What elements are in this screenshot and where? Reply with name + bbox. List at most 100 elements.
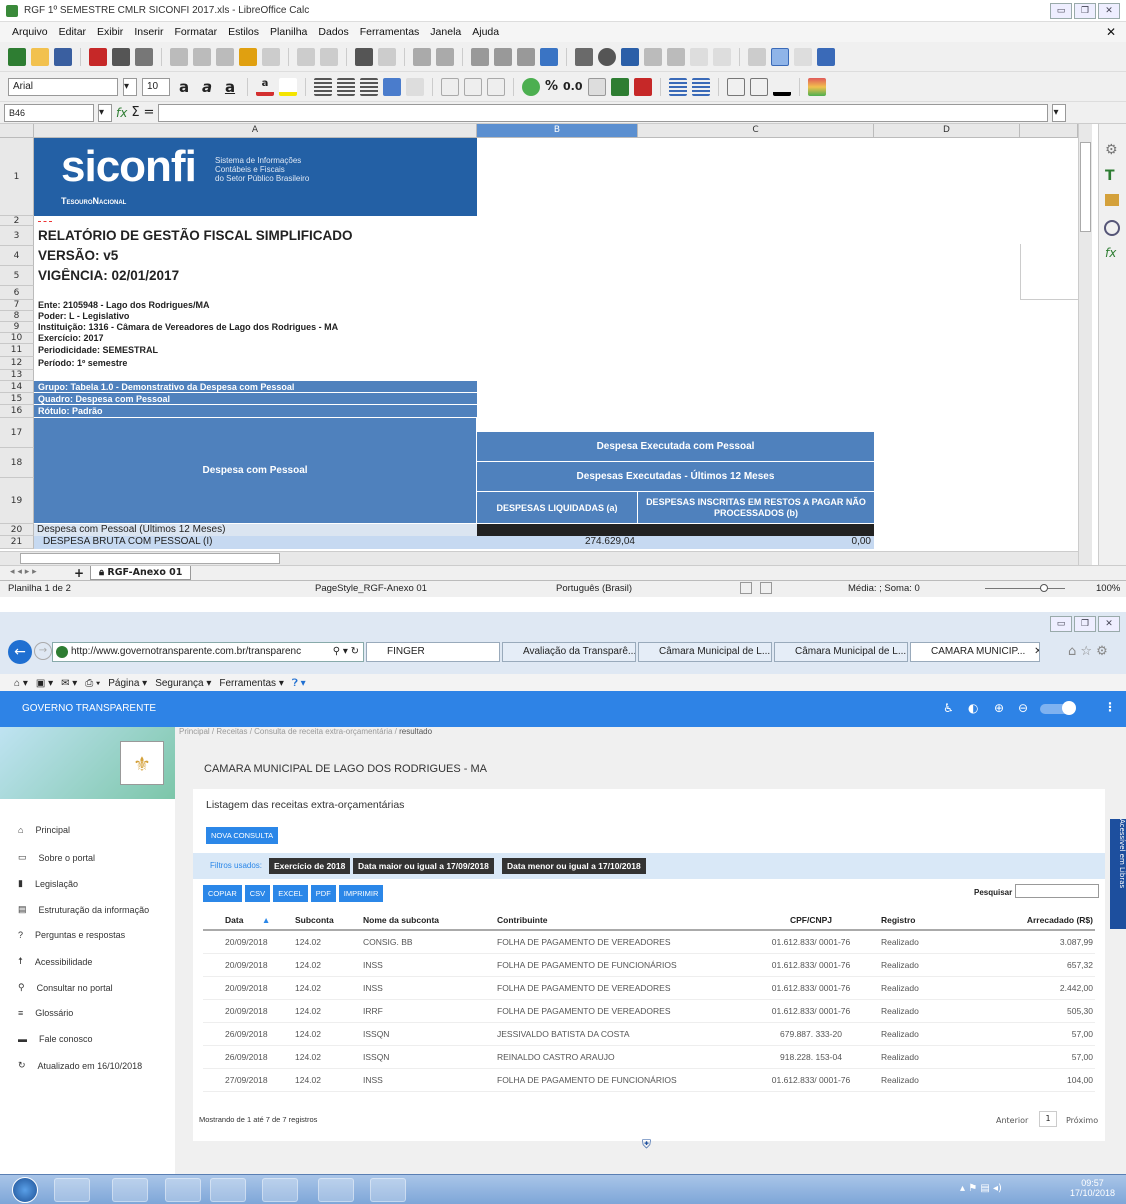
cell-instituicao[interactable]: Instituição: 1316 - Câmara de Vereadores… — [38, 322, 338, 332]
menu-exibir[interactable]: Exibir — [97, 26, 123, 38]
tab-camara-1[interactable]: Câmara Municipal de L... — [638, 642, 772, 662]
paste-icon[interactable] — [216, 47, 234, 66]
taskbar-chrome-icon[interactable] — [318, 1178, 354, 1202]
redo-icon[interactable] — [320, 47, 338, 66]
row-header-9[interactable]: 9 — [0, 322, 34, 333]
col-data[interactable]: Data ▲ — [203, 911, 293, 931]
sum-icon[interactable]: Σ — [131, 105, 139, 120]
sidebar-item-consultar[interactable]: ⚲ Consultar no portal — [18, 982, 113, 993]
column-header-e[interactable] — [1020, 124, 1078, 138]
font-size-box[interactable]: 10 — [142, 77, 170, 96]
csv-button[interactable]: CSV — [244, 885, 271, 902]
clear-format-icon[interactable] — [262, 47, 280, 66]
font-color-icon[interactable]: a — [256, 78, 274, 96]
sidebar-item-fale-conosco[interactable]: ▬ Fale conosco — [18, 1034, 93, 1044]
cell-despesa-bruta-liquidadas[interactable]: 274.629,04 — [477, 536, 638, 549]
sheet-tab-rgf-anexo-01[interactable]: 🔒︎ RGF-Anexo 01 — [90, 566, 192, 580]
tab-camara-2[interactable]: Câmara Municipal de L... — [774, 642, 908, 662]
row-header-21[interactable]: 21 — [0, 536, 34, 549]
function-wizard-icon[interactable]: fx — [116, 106, 127, 120]
align-bottom-icon[interactable] — [487, 77, 505, 96]
print-icon[interactable] — [112, 47, 130, 66]
col-registro[interactable]: Registro — [867, 911, 947, 931]
taskbar-ie-icon[interactable] — [54, 1178, 90, 1202]
underline-icon[interactable]: a — [221, 78, 239, 96]
navigator-icon[interactable] — [1104, 220, 1120, 236]
minimize-button[interactable]: ▭ — [1050, 3, 1072, 19]
menu-planilha[interactable]: Planilha — [270, 26, 307, 38]
row-header-13[interactable]: 13 — [0, 370, 34, 381]
cell-despesa-bruta-restos[interactable]: 0,00 — [638, 536, 874, 549]
center-vertically-icon[interactable] — [464, 77, 482, 96]
menu-arquivo[interactable]: Arquivo — [12, 26, 48, 38]
row-header-15[interactable]: 15 — [0, 393, 34, 405]
home-icon[interactable]: ⌂ ▾ — [14, 678, 28, 689]
search-input[interactable] — [1015, 884, 1099, 898]
select-all-corner[interactable] — [0, 124, 34, 138]
autofilter-icon[interactable] — [540, 47, 558, 66]
print-icon-ie[interactable]: ⎙ ▾ — [85, 678, 100, 689]
align-top-icon[interactable] — [441, 77, 459, 96]
next-page-button[interactable]: Próximo — [1066, 1116, 1098, 1125]
cell-periodicidade[interactable]: Periodicidade: SEMESTRAL — [38, 345, 158, 355]
row-header-18[interactable]: 18 — [0, 448, 34, 478]
horizontal-scrollbar[interactable] — [0, 551, 1078, 565]
freeze-rows-icon[interactable] — [771, 47, 789, 66]
open-folder-icon[interactable] — [31, 47, 49, 66]
nova-consulta-button[interactable]: NOVA CONSULTA — [206, 827, 279, 844]
tray-clock[interactable]: 09:57 17/10/2018 — [1070, 1178, 1115, 1198]
row-header-1[interactable]: 1 — [0, 138, 34, 216]
cell-despesa-ultimos-12[interactable]: Despesa com Pessoal (Últimos 12 Meses) — [34, 524, 477, 536]
browser-close-button[interactable]: ✕ — [1098, 616, 1120, 632]
undo-icon[interactable] — [297, 47, 315, 66]
refresh-icon[interactable]: ⚲ ▾ ↻ — [333, 643, 359, 661]
close-tab-icon[interactable]: ✕ — [1034, 646, 1039, 657]
tab-navigation-icon[interactable]: ◂ ◂ ▸ ▸ — [10, 567, 37, 577]
tab-camara-active[interactable]: CAMARA MUNICIP... ✕ — [910, 642, 1040, 662]
close-document-icon[interactable]: ✕ — [1106, 25, 1116, 39]
name-box-dropdown-icon[interactable]: ▾ — [98, 103, 112, 122]
find-replace-icon[interactable] — [355, 47, 373, 66]
styles-icon[interactable]: T — [1105, 168, 1115, 184]
row-header-12[interactable]: 12 — [0, 357, 34, 370]
cell-poder[interactable]: Poder: L - Legislativo — [38, 311, 129, 321]
zoom-slider[interactable] — [985, 588, 1065, 589]
zoom-slider-knob[interactable] — [1040, 584, 1048, 592]
header-despesa-com-pessoal[interactable]: Despesa com Pessoal — [34, 418, 477, 524]
row-header-3[interactable]: 3 — [0, 226, 34, 246]
taskbar-calc-icon[interactable] — [262, 1178, 298, 1202]
border-style-icon[interactable] — [749, 77, 768, 96]
sidebar-item-glossario[interactable]: ≡ Glossário — [18, 1008, 73, 1018]
forward-button[interactable]: → — [34, 642, 52, 660]
menu-formatar[interactable]: Formatar — [175, 26, 218, 38]
print-preview-icon[interactable] — [135, 47, 153, 66]
column-header-b[interactable]: B — [477, 124, 638, 138]
highlight-color-icon[interactable] — [279, 77, 297, 96]
menu-ferramentas[interactable]: Ferramentas — [360, 26, 420, 38]
vertical-scroll-thumb[interactable] — [1080, 142, 1091, 232]
hyperlink-icon[interactable] — [667, 47, 685, 66]
col-contribuinte[interactable]: Contribuinte — [495, 911, 755, 931]
home-star-gear-icons[interactable]: ⌂ ☆ ⚙ — [1068, 644, 1108, 659]
breadcrumb-principal[interactable]: Principal — [179, 727, 210, 736]
sidebar-item-sobre[interactable]: ▭ Sobre o portal — [18, 852, 95, 863]
header-restos-a-pagar[interactable]: DESPESAS INSCRITAS EM RESTOS A PAGAR NÃO… — [638, 492, 874, 524]
accessibility-toggle-icon[interactable]: ♿︎ — [943, 701, 954, 715]
vlibras-widget[interactable]: Acessível em Libras — [1110, 819, 1126, 929]
row-header-6[interactable]: 6 — [0, 286, 34, 300]
percent-format-icon[interactable]: % — [545, 79, 558, 94]
row-header-17[interactable]: 17 — [0, 418, 34, 448]
pivot-table-icon[interactable] — [621, 47, 639, 66]
column-icon[interactable] — [436, 47, 454, 66]
font-decrease-icon[interactable]: ⊖ — [1018, 701, 1028, 715]
font-increase-icon[interactable]: ⊕ — [994, 701, 1004, 715]
row-header-16[interactable]: 16 — [0, 405, 34, 418]
help-icon[interactable]: ❓︎ ▾ — [292, 678, 306, 689]
row-header-7[interactable]: 7 — [0, 300, 34, 311]
breadcrumb-consulta[interactable]: Consulta de receita extra-orçamentária — [254, 727, 392, 736]
taskbar-tool-icon[interactable] — [210, 1178, 246, 1202]
close-button[interactable]: ✕ — [1098, 3, 1120, 19]
vertical-scrollbar[interactable] — [1078, 124, 1092, 565]
row-header-14[interactable]: 14 — [0, 381, 34, 393]
add-sheet-icon[interactable]: + — [74, 566, 84, 580]
